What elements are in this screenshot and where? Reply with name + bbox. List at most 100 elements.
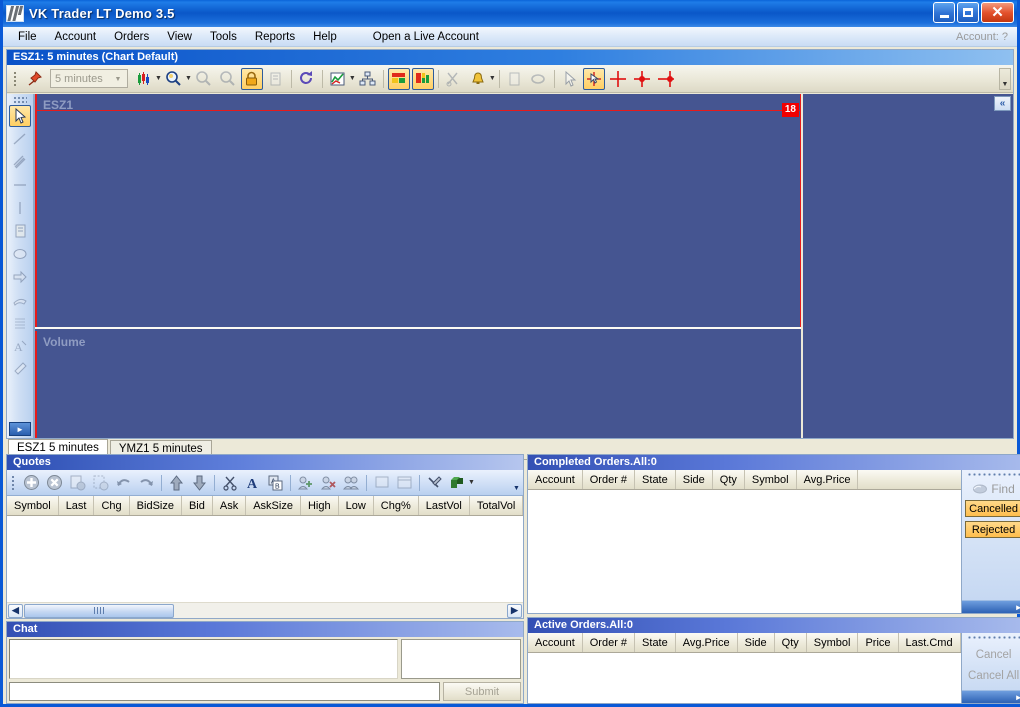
quotes-column-asksize[interactable]: AskSize [246, 496, 301, 515]
ellipse-tool[interactable] [9, 243, 31, 265]
menu-orders[interactable]: Orders [105, 29, 158, 45]
cut-icon[interactable] [219, 472, 240, 493]
volume-color-icon[interactable] [411, 67, 434, 90]
drawing-toolbar-expand[interactable]: ► [9, 422, 31, 436]
refresh-icon[interactable] [296, 68, 318, 90]
alert-bell-icon[interactable] [467, 68, 489, 90]
font-icon[interactable]: A [242, 472, 263, 493]
add-icon[interactable] [21, 472, 42, 493]
remove-group-icon[interactable] [318, 472, 339, 493]
cancel-all-button[interactable]: Cancel All [965, 667, 1020, 685]
menu-help[interactable]: Help [304, 29, 346, 45]
side-panel-expand[interactable]: ► [961, 600, 1020, 613]
find-button[interactable]: Find [972, 482, 1015, 496]
quotes-column-symbol[interactable]: Symbol [7, 496, 59, 515]
note-tool[interactable] [9, 220, 31, 242]
pointer-tool[interactable] [9, 105, 31, 127]
minimize-button[interactable] [933, 2, 955, 23]
rejected-filter-button[interactable]: Rejected [964, 521, 1020, 538]
chevron-down-icon[interactable]: ▼ [349, 75, 356, 82]
tools-icon[interactable] [424, 472, 445, 493]
chart-style-icon[interactable] [327, 68, 349, 90]
redo-icon[interactable] [136, 472, 157, 493]
active-column-side[interactable]: Side [738, 633, 775, 652]
collapse-panel-button[interactable]: « [994, 96, 1011, 111]
active-column-symbol[interactable]: Symbol [807, 633, 859, 652]
side-panel-expand[interactable]: ► [961, 690, 1020, 703]
hierarchy-icon[interactable] [357, 68, 379, 90]
close-button[interactable]: ✕ [981, 2, 1014, 23]
toolbar-grip[interactable] [12, 70, 19, 88]
menu-tools[interactable]: Tools [201, 29, 246, 45]
quotes-column-bidsize[interactable]: BidSize [130, 496, 182, 515]
chevron-down-icon[interactable]: ▼ [468, 479, 475, 486]
active-column-avg-price[interactable]: Avg.Price [676, 633, 738, 652]
active-column-qty[interactable]: Qty [775, 633, 807, 652]
quotes-grid-body[interactable] [7, 516, 523, 602]
maximize-button[interactable] [957, 2, 979, 23]
lock-icon[interactable] [240, 67, 263, 90]
quotes-column-low[interactable]: Low [339, 496, 374, 515]
drawing-toolbar-grip[interactable] [13, 96, 27, 103]
menu-view[interactable]: View [158, 29, 201, 45]
bar-color-icon[interactable] [387, 67, 410, 90]
move-up-icon[interactable] [166, 472, 187, 493]
quotes-horizontal-scrollbar[interactable]: ◀ ▶ [7, 602, 523, 618]
grid-tool[interactable] [9, 312, 31, 334]
crosshair-buy-icon[interactable] [631, 68, 653, 90]
quotes-toolbar-grip[interactable] [10, 474, 18, 492]
completed-column-symbol[interactable]: Symbol [745, 470, 797, 489]
move-down-icon[interactable] [189, 472, 210, 493]
text-tool[interactable]: A [9, 335, 31, 357]
side-panel-grip[interactable] [966, 635, 1020, 641]
menu-account[interactable]: Account [46, 29, 106, 45]
completed-column-side[interactable]: Side [676, 470, 713, 489]
eraser-tool[interactable] [9, 358, 31, 380]
chat-input[interactable] [9, 682, 440, 701]
export-icon[interactable] [447, 472, 468, 493]
delete-icon[interactable] [44, 472, 65, 493]
crosshair-icon[interactable] [607, 68, 629, 90]
quotes-column-high[interactable]: High [301, 496, 339, 515]
vertical-line-tool[interactable] [9, 197, 31, 219]
arrow-tool[interactable] [9, 266, 31, 288]
quotes-column-lastvol[interactable]: LastVol [419, 496, 470, 515]
quotes-toolbar-overflow[interactable]: ▼ [511, 472, 522, 493]
quotes-column-last[interactable]: Last [59, 496, 95, 515]
parallel-lines-tool[interactable] [9, 151, 31, 173]
add-group-icon[interactable] [295, 472, 316, 493]
menu-file[interactable]: File [9, 29, 46, 45]
rename-icon[interactable]: A B [265, 472, 286, 493]
active-orders-body[interactable] [528, 653, 961, 703]
menu-reports[interactable]: Reports [246, 29, 304, 45]
chat-log[interactable] [9, 639, 398, 679]
crosshair-sell-icon[interactable] [655, 68, 677, 90]
quotes-column-chgpct[interactable]: Chg% [374, 496, 419, 515]
trendline-tool[interactable] [9, 128, 31, 150]
scrollbar-thumb[interactable] [24, 603, 174, 618]
side-panel-grip[interactable] [966, 472, 1020, 478]
active-column-state[interactable]: State [635, 633, 676, 652]
completed-column-order-number[interactable]: Order # [583, 470, 636, 489]
active-column-price[interactable]: Price [858, 633, 899, 652]
chevron-down-icon[interactable]: ▼ [489, 75, 496, 82]
chevron-down-icon[interactable]: ▼ [185, 75, 192, 82]
cancelled-filter-button[interactable]: Cancelled [964, 500, 1020, 517]
completed-column-account[interactable]: Account [528, 470, 583, 489]
cancel-button[interactable]: Cancel [965, 646, 1020, 664]
timeframe-combo[interactable]: 5 minutes ▼ [50, 69, 128, 88]
quotes-column-chg[interactable]: Chg [94, 496, 130, 515]
completed-orders-body[interactable] [528, 490, 961, 613]
active-column-last-cmd[interactable]: Last.Cmd [899, 633, 961, 652]
horizontal-line-tool[interactable] [9, 174, 31, 196]
toolbar-overflow-button[interactable]: ▼ [999, 68, 1011, 90]
zoom-icon[interactable] [163, 68, 185, 90]
completed-column-avg-price[interactable]: Avg.Price [797, 470, 859, 489]
quotes-column-ask[interactable]: Ask [213, 496, 247, 515]
scroll-left-icon[interactable]: ◀ [8, 603, 23, 618]
crosshair-select-icon[interactable] [582, 67, 605, 90]
menu-open-live-account[interactable]: Open a Live Account [364, 29, 488, 45]
pin-icon[interactable] [23, 68, 45, 90]
completed-column-state[interactable]: State [635, 470, 676, 489]
scroll-right-icon[interactable]: ▶ [507, 603, 522, 618]
